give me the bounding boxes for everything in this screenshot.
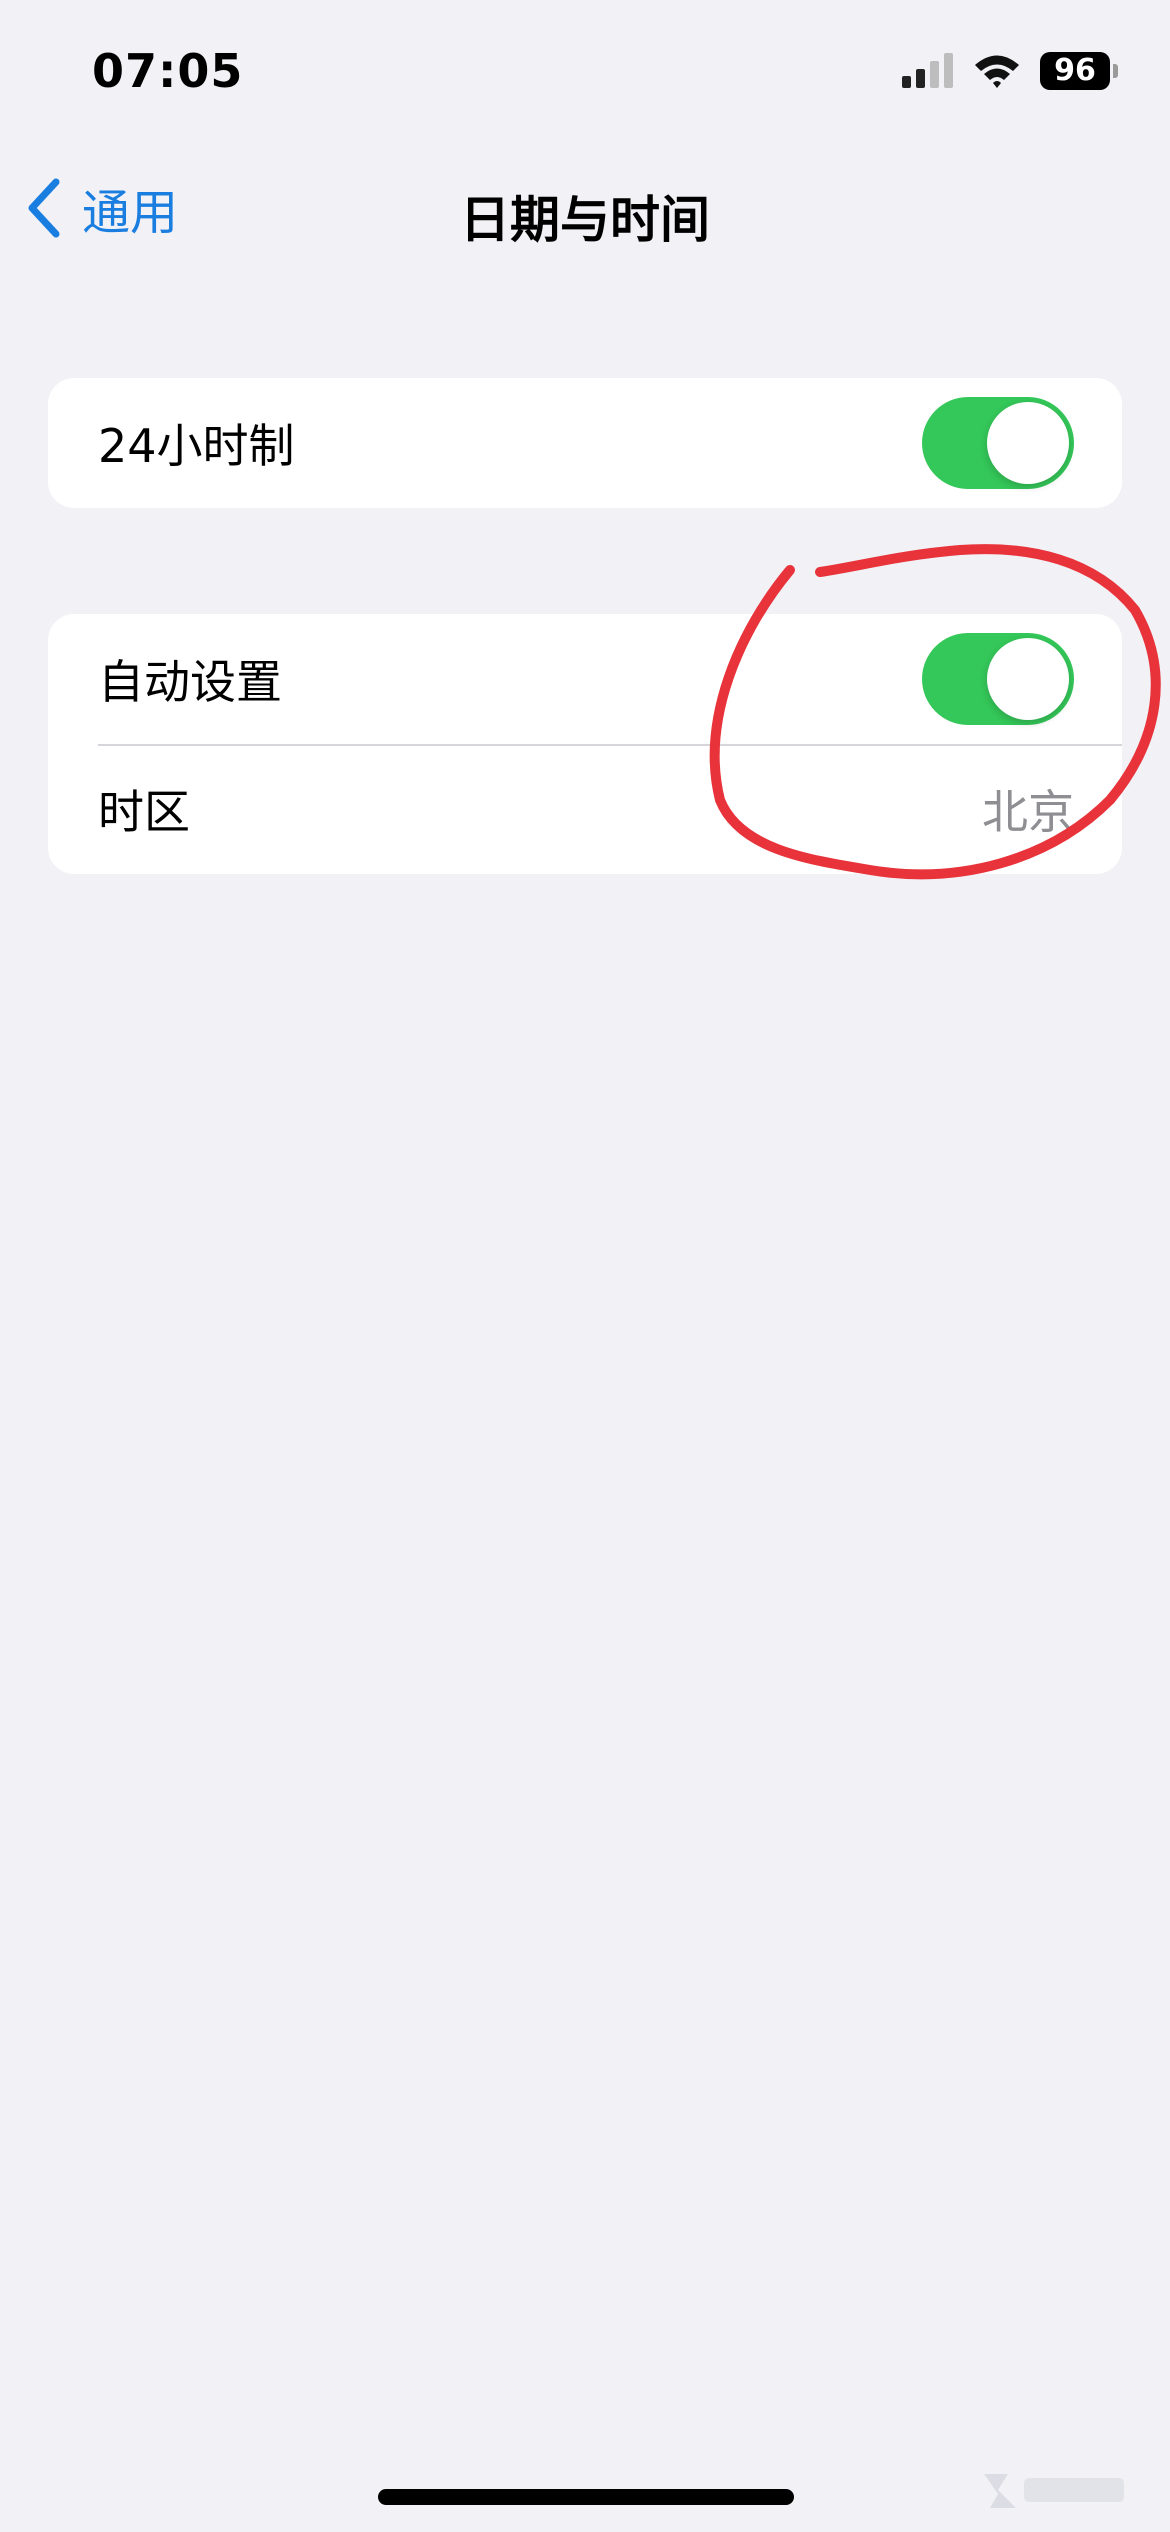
status-bar: 07:05 96 xyxy=(0,0,1170,150)
status-icons: 96 xyxy=(902,52,1118,90)
setting-label-24-hour: 24小时制 xyxy=(98,419,295,473)
wifi-icon xyxy=(975,55,1019,88)
setting-row-timezone[interactable]: 时区 北京 xyxy=(48,744,1122,874)
status-time: 07:05 xyxy=(92,44,244,98)
settings-group-hour-format: 24小时制 xyxy=(48,378,1122,508)
setting-row-24-hour: 24小时制 xyxy=(48,378,1122,508)
toggle-knob xyxy=(987,402,1069,484)
watermark-logo-icon xyxy=(984,2474,1124,2508)
setting-row-auto-set: 自动设置 xyxy=(48,614,1122,744)
setting-value-timezone: 北京 xyxy=(982,785,1074,839)
toggle-auto-set[interactable] xyxy=(922,633,1074,725)
battery-level: 96 xyxy=(1054,53,1096,88)
toggle-24-hour[interactable] xyxy=(922,397,1074,489)
navigation-bar: 通用 日期与时间 xyxy=(0,150,1170,270)
settings-group-auto-time: 自动设置 时区 北京 xyxy=(48,614,1122,874)
setting-label-auto-set: 自动设置 xyxy=(98,655,282,709)
home-indicator xyxy=(378,2489,794,2505)
setting-label-timezone: 时区 xyxy=(98,785,190,839)
signal-icon xyxy=(902,53,953,88)
page-title: 日期与时间 xyxy=(460,191,710,249)
toggle-knob xyxy=(987,638,1069,720)
battery-icon: 96 xyxy=(1040,52,1118,90)
